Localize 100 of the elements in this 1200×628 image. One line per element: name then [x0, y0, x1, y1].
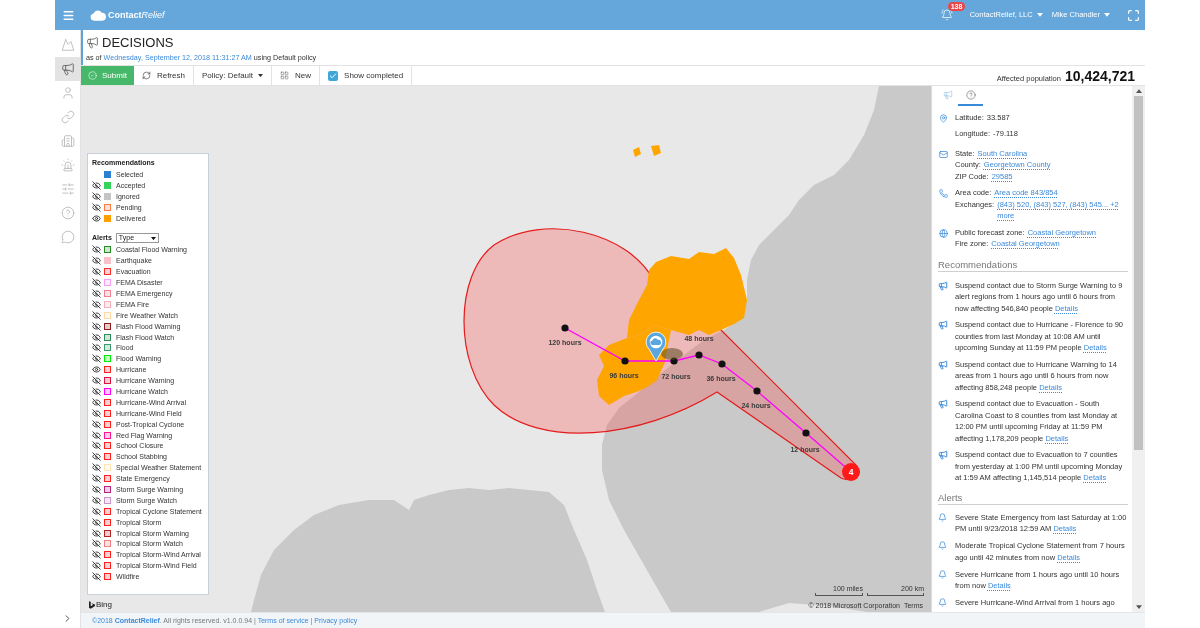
highlighted-area	[651, 145, 661, 156]
eye-off-icon[interactable]	[92, 191, 101, 201]
scale-bar-line	[867, 593, 924, 596]
checkmark-icon	[329, 71, 338, 80]
eye-off-icon[interactable]	[92, 441, 101, 451]
grid-icon	[280, 71, 290, 80]
caret-icon	[150, 236, 156, 240]
refresh-button[interactable]: Refresh	[133, 66, 194, 85]
eye-off-icon[interactable]	[92, 267, 101, 277]
logo-icon	[89, 601, 95, 609]
eye-off-icon[interactable]	[92, 485, 101, 494]
megaphone-icon	[938, 320, 948, 330]
eye-off-icon[interactable]	[92, 343, 101, 353]
bell-icon	[938, 541, 947, 550]
siren-icon	[60, 158, 75, 172]
bell-icon	[938, 512, 947, 522]
eye-off-icon[interactable]	[92, 561, 101, 571]
globe-icon	[939, 228, 948, 238]
eye-off-icon[interactable]	[92, 278, 101, 288]
bell-icon	[938, 598, 947, 607]
caret-icon	[258, 73, 264, 78]
help-icon	[965, 90, 976, 100]
eye-off-icon[interactable]	[92, 376, 101, 386]
eye-off-icon[interactable]	[92, 288, 101, 298]
sliders-icon	[60, 182, 75, 196]
eye-off-icon[interactable]	[92, 419, 101, 429]
mountain-icon	[60, 38, 75, 52]
track-point-icon	[670, 357, 678, 365]
eye-off-icon[interactable]	[92, 430, 101, 440]
eye-off-icon[interactable]	[92, 506, 101, 516]
track-point-icon	[695, 351, 703, 359]
new-button[interactable]: New	[272, 66, 321, 85]
refresh-icon	[141, 71, 151, 80]
eye-off-icon[interactable]	[92, 463, 101, 473]
policy-dropdown[interactable]: Policy: Default	[193, 66, 273, 85]
link-icon	[60, 110, 75, 124]
megaphone-icon	[943, 90, 953, 100]
eye-off-icon[interactable]	[92, 397, 101, 407]
megaphone-icon	[60, 62, 75, 76]
eye-icon[interactable]	[92, 365, 101, 375]
track-point-icon	[621, 357, 629, 365]
track-point-icon	[753, 387, 761, 395]
page-title: DECISIONS	[102, 36, 174, 49]
show-completed-checkbox[interactable]	[328, 70, 339, 81]
help-icon	[60, 206, 75, 220]
storm-category-marker[interactable]: 4	[842, 463, 860, 481]
megaphone-icon	[938, 280, 948, 291]
caret-icon	[1036, 13, 1043, 17]
eye-off-icon[interactable]	[92, 474, 101, 484]
mail-icon	[939, 149, 948, 159]
bell-icon	[938, 569, 947, 579]
scrollbar-thumb[interactable]	[1134, 96, 1143, 450]
eye-off-icon[interactable]	[92, 572, 101, 582]
menu-icon[interactable]	[62, 8, 75, 22]
affected-population-value: 10,424,721	[1064, 68, 1135, 84]
eye-off-icon[interactable]	[92, 517, 101, 527]
eye-off-icon[interactable]	[92, 550, 101, 560]
megaphone-icon	[938, 399, 948, 409]
eye-off-icon[interactable]	[92, 539, 101, 549]
phone-icon	[939, 189, 948, 198]
eye-off-icon[interactable]	[92, 332, 101, 342]
eye-off-icon[interactable]	[92, 321, 101, 331]
megaphone-icon	[938, 359, 948, 370]
bell-icon[interactable]	[940, 9, 953, 21]
highlighted-area	[633, 147, 641, 157]
track-point-icon	[718, 360, 726, 368]
eye-off-icon[interactable]	[92, 495, 101, 505]
submit-button[interactable]: Submit	[81, 66, 134, 85]
track-point-icon	[802, 429, 810, 437]
eye-off-icon[interactable]	[92, 245, 101, 255]
cloud-logo-icon	[90, 9, 106, 21]
eye-off-icon[interactable]	[92, 310, 101, 320]
map-provider-label: Bing	[96, 601, 112, 609]
eye-off-icon[interactable]	[92, 354, 101, 364]
eye-off-icon[interactable]	[92, 180, 101, 190]
show-completed-label[interactable]: Show completed	[344, 69, 404, 82]
chat-icon	[60, 230, 75, 244]
eye-off-icon[interactable]	[92, 408, 101, 418]
scroll-up-arrow-icon[interactable]	[1135, 89, 1142, 93]
section-heading: Recommendations	[938, 258, 1128, 272]
eye-off-icon[interactable]	[92, 386, 101, 396]
eye-off-icon[interactable]	[92, 299, 101, 309]
eye-off-icon[interactable]	[92, 256, 101, 266]
scale-bar-line	[815, 593, 863, 596]
scroll-down-arrow-icon[interactable]	[1135, 605, 1142, 609]
megaphone-icon	[938, 450, 948, 460]
eye-off-icon[interactable]	[92, 528, 101, 538]
location-pin-icon[interactable]	[645, 331, 683, 362]
eye-off-icon[interactable]	[92, 452, 101, 462]
check-circle-icon	[88, 71, 97, 80]
map-pin-icon	[939, 114, 948, 123]
track-point-icon	[561, 324, 569, 332]
eye-icon[interactable]	[92, 213, 101, 223]
eye-off-icon[interactable]	[92, 202, 101, 212]
section-heading: Alerts	[938, 491, 1128, 505]
megaphone-icon	[86, 36, 99, 49]
rail-item[interactable]	[55, 57, 80, 81]
fullscreen-icon[interactable]	[1127, 8, 1140, 22]
brand-name: ContactRelief	[108, 10, 165, 20]
building-icon	[60, 134, 75, 148]
